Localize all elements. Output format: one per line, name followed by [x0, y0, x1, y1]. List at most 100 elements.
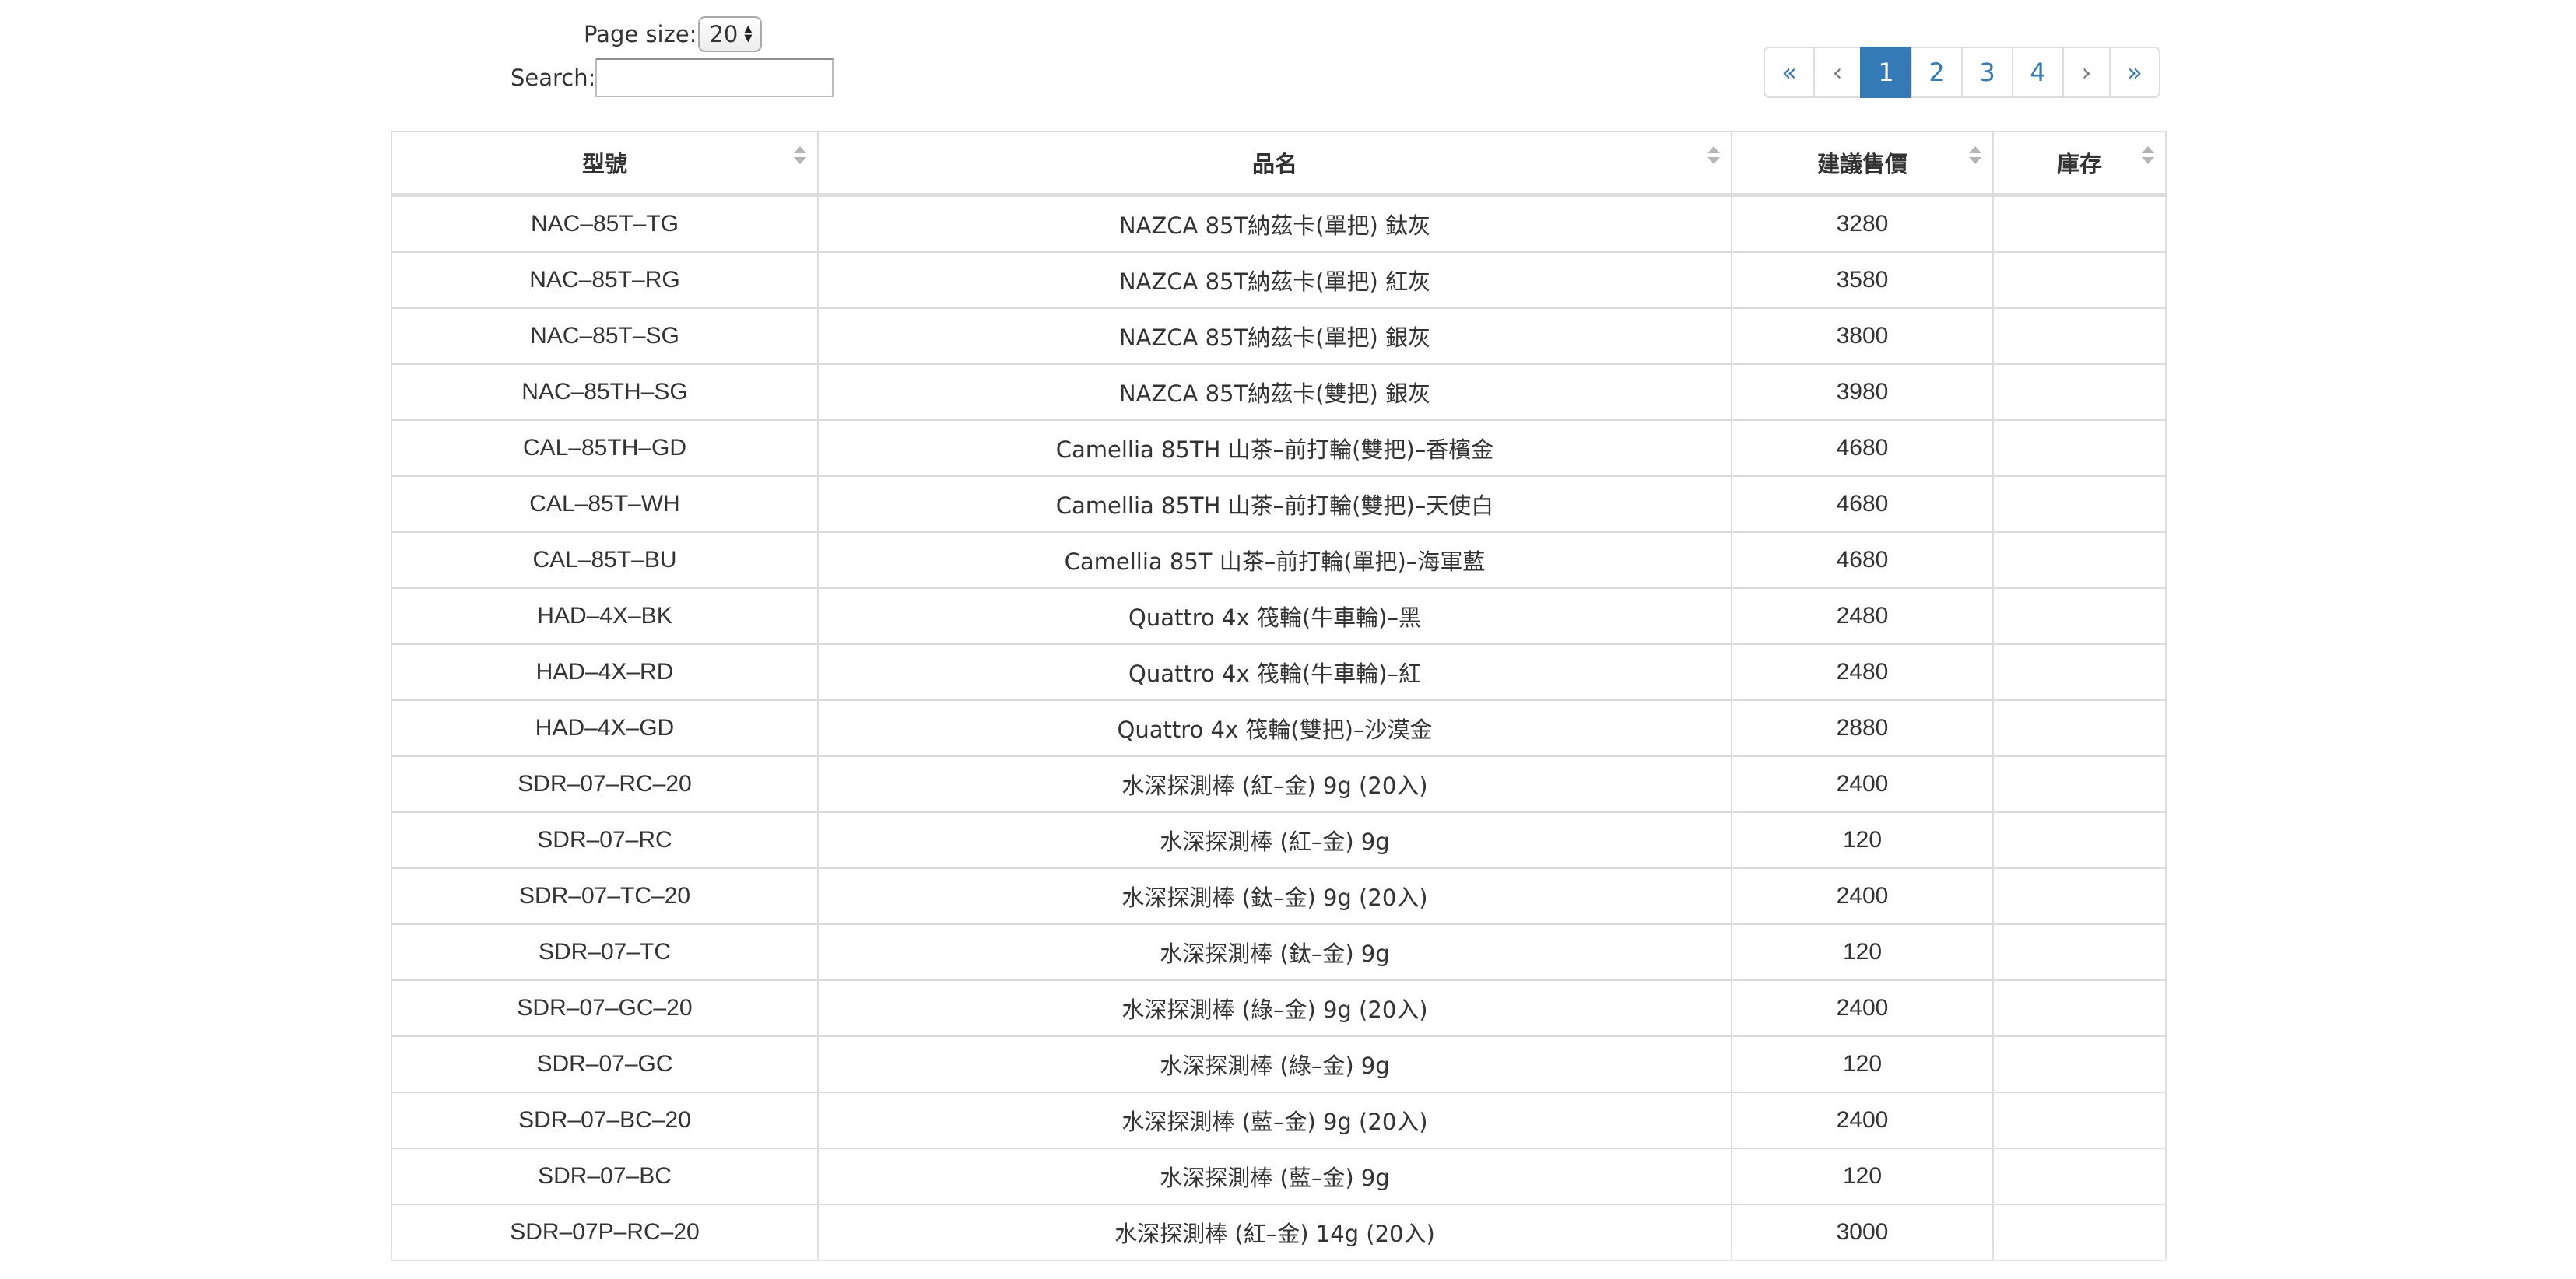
- cell-stock: [1992, 1204, 2167, 1261]
- sort-icon: [794, 146, 806, 166]
- product-table-container: 型號 品名 建議售價 庫存 NAC–85T–TG NAZCA 85T納茲卡(單把)…: [391, 131, 2167, 1261]
- sort-icon: [1969, 146, 1981, 166]
- page-size-select[interactable]: 20 ▲ ▼: [698, 16, 763, 52]
- cell-model: SDR–07–TC–20: [391, 867, 819, 925]
- cell-stock: [1992, 475, 2167, 533]
- cell-product-name: NAZCA 85T納茲卡(單把) 鈦灰: [817, 194, 1732, 253]
- table-row: NAC–85T–TG NAZCA 85T納茲卡(單把) 鈦灰 3280: [391, 194, 2167, 253]
- cell-price: 4680: [1731, 531, 1994, 589]
- cell-stock: [1992, 1148, 2167, 1205]
- table-row: CAL–85T–WH Camellia 85TH 山茶–前打輪(雙把)–天使白 46…: [391, 475, 2167, 533]
- table-row: SDR–07–TC–20 水深探測棒 (鈦–金) 9g (20入) 2400: [391, 867, 2167, 925]
- cell-price: 3000: [1731, 1204, 1994, 1261]
- cell-model: SDR–07–GC: [391, 1035, 819, 1093]
- search-control: Search:: [511, 58, 834, 98]
- cell-stock: [1992, 1035, 2167, 1093]
- column-header-label: 品名: [1251, 151, 1297, 177]
- cell-price: 3980: [1731, 363, 1994, 421]
- cell-stock: [1992, 979, 2167, 1037]
- cell-model: HAD–4X–BK: [391, 587, 819, 645]
- product-table: 型號 品名 建議售價 庫存 NAC–85T–TG NAZCA 85T納茲卡(單把)…: [391, 131, 2167, 1261]
- pagination: « ‹ 1 2 3 4 › »: [1764, 47, 2160, 98]
- cell-price: 3280: [1731, 194, 1994, 253]
- cell-stock: [1992, 363, 2167, 421]
- cell-product-name: NAZCA 85T納茲卡(單把) 銀灰: [817, 307, 1732, 365]
- table-row: HAD–4X–GD Quattro 4x 筏輪(雙把)–沙漠金 2880: [391, 699, 2167, 757]
- table-row: SDR–07–BC 水深探測棒 (藍–金) 9g 120: [391, 1148, 2167, 1205]
- cell-model: NAC–85TH–SG: [391, 363, 819, 421]
- cell-price: 2400: [1731, 1092, 1994, 1149]
- table-row: HAD–4X–BK Quattro 4x 筏輪(牛車輪)–黑 2480: [391, 587, 2167, 645]
- search-input[interactable]: [595, 58, 834, 97]
- table-row: NAC–85TH–SG NAZCA 85T納茲卡(雙把) 銀灰 3980: [391, 363, 2167, 421]
- table-row: SDR–07–BC–20 水深探測棒 (藍–金) 9g (20入) 2400: [391, 1092, 2167, 1149]
- table-row: CAL–85T–BU Camellia 85T 山茶–前打輪(單把)–海軍藍 468…: [391, 531, 2167, 589]
- sort-icon: [2142, 146, 2154, 166]
- last-page-button[interactable]: »: [2109, 47, 2160, 98]
- table-row: HAD–4X–RD Quattro 4x 筏輪(牛車輪)–紅 2480: [391, 643, 2167, 701]
- cell-product-name: NAZCA 85T納茲卡(雙把) 銀灰: [817, 363, 1732, 421]
- cell-price: 2400: [1731, 867, 1994, 925]
- column-header-model[interactable]: 型號: [391, 131, 819, 197]
- table-row: SDR–07–RC 水深探測棒 (紅–金) 9g 120: [391, 811, 2167, 869]
- table-row: NAC–85T–RG NAZCA 85T納茲卡(單把) 紅灰 3580: [391, 251, 2167, 309]
- cell-product-name: Camellia 85T 山茶–前打輪(單把)–海軍藍: [817, 531, 1732, 589]
- cell-stock: [1992, 531, 2167, 589]
- cell-model: HAD–4X–GD: [391, 699, 819, 757]
- page-button-1[interactable]: 1: [1860, 47, 1912, 98]
- page-button-4[interactable]: 4: [2012, 47, 2064, 98]
- cell-model: SDR–07–RC–20: [391, 755, 819, 813]
- cell-price: 2480: [1731, 587, 1994, 645]
- cell-product-name: 水深探測棒 (藍–金) 9g: [817, 1148, 1732, 1205]
- cell-model: SDR–07–GC–20: [391, 979, 819, 1037]
- table-row: SDR–07–RC–20 水深探測棒 (紅–金) 9g (20入) 2400: [391, 755, 2167, 813]
- cell-product-name: 水深探測棒 (鈦–金) 9g (20入): [817, 867, 1732, 925]
- previous-page-button[interactable]: ‹: [1813, 47, 1862, 98]
- column-header-product-name[interactable]: 品名: [817, 131, 1732, 197]
- cell-model: CAL–85T–BU: [391, 531, 819, 589]
- cell-product-name: 水深探測棒 (綠–金) 9g: [817, 1035, 1732, 1093]
- cell-price: 2480: [1731, 643, 1994, 701]
- cell-stock: [1992, 194, 2167, 253]
- page-button-2[interactable]: 2: [1911, 47, 1963, 98]
- column-header-label: 庫存: [2056, 151, 2102, 177]
- cell-price: 4680: [1731, 475, 1994, 533]
- cell-price: 120: [1731, 811, 1994, 869]
- cell-stock: [1992, 755, 2167, 813]
- cell-product-name: Quattro 4x 筏輪(牛車輪)–黑: [817, 587, 1732, 645]
- cell-price: 3800: [1731, 307, 1994, 365]
- column-header-label: 型號: [581, 151, 627, 177]
- column-header-stock[interactable]: 庫存: [1992, 131, 2167, 197]
- table-header-row: 型號 品名 建議售價 庫存: [391, 131, 2167, 197]
- cell-product-name: 水深探測棒 (藍–金) 9g (20入): [817, 1092, 1732, 1149]
- cell-product-name: 水深探測棒 (綠–金) 9g (20入): [817, 979, 1732, 1037]
- cell-stock: [1992, 587, 2167, 645]
- table-row: SDR–07–TC 水深探測棒 (鈦–金) 9g 120: [391, 923, 2167, 981]
- page-button-3[interactable]: 3: [1961, 47, 2013, 98]
- cell-stock: [1992, 307, 2167, 365]
- cell-product-name: NAZCA 85T納茲卡(單把) 紅灰: [817, 251, 1732, 309]
- next-page-button[interactable]: ›: [2062, 47, 2111, 98]
- cell-stock: [1992, 699, 2167, 757]
- search-label: Search:: [511, 65, 596, 91]
- cell-model: SDR–07–BC–20: [391, 1092, 819, 1149]
- cell-model: CAL–85T–WH: [391, 475, 819, 533]
- cell-model: HAD–4X–RD: [391, 643, 819, 701]
- cell-model: NAC–85T–SG: [391, 307, 819, 365]
- cell-stock: [1992, 811, 2167, 869]
- column-header-price[interactable]: 建議售價: [1731, 131, 1994, 197]
- first-page-button[interactable]: «: [1764, 47, 1815, 98]
- cell-model: SDR–07–BC: [391, 1148, 819, 1205]
- cell-product-name: 水深探測棒 (紅–金) 14g (20入): [817, 1204, 1732, 1261]
- cell-product-name: 水深探測棒 (紅–金) 9g (20入): [817, 755, 1732, 813]
- page-size-value: 20: [709, 21, 739, 47]
- cell-stock: [1992, 923, 2167, 981]
- table-row: CAL–85TH–GD Camellia 85TH 山茶–前打輪(雙把)–香檳金 4…: [391, 419, 2167, 477]
- cell-model: SDR–07–RC: [391, 811, 819, 869]
- cell-product-name: 水深探測棒 (鈦–金) 9g: [817, 923, 1732, 981]
- select-arrows-icon: ▲ ▼: [744, 23, 753, 44]
- cell-stock: [1992, 1092, 2167, 1149]
- page-size-label: Page size:: [584, 21, 697, 47]
- cell-price: 4680: [1731, 419, 1994, 477]
- cell-price: 120: [1731, 1035, 1994, 1093]
